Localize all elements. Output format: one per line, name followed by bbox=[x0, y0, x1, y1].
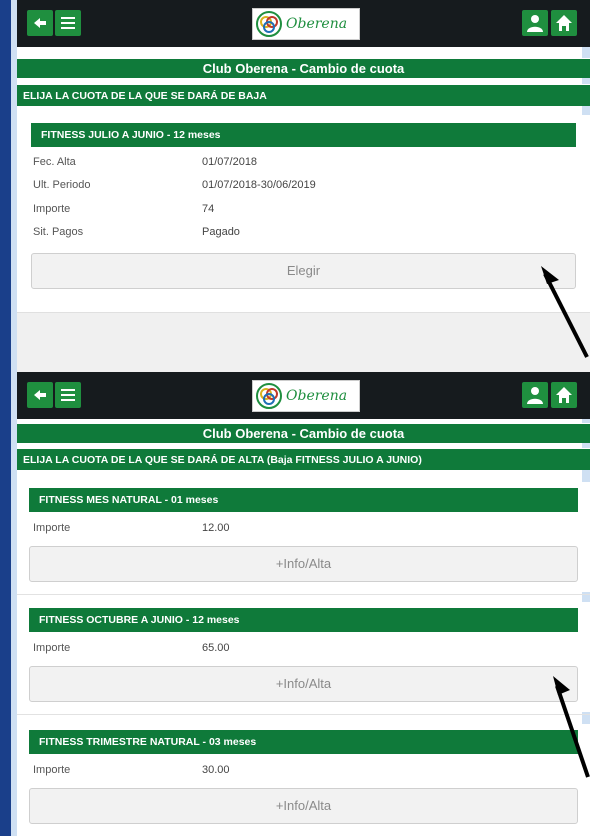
menu-icon bbox=[61, 17, 75, 29]
row-label: Sit. Pagos bbox=[33, 226, 84, 238]
cuota-card-title: FITNESS JULIO A JUNIO - 12 meses bbox=[31, 123, 576, 147]
home-icon bbox=[556, 15, 572, 31]
back-button[interactable] bbox=[27, 10, 53, 36]
info-alta-button[interactable]: +Info/Alta bbox=[29, 546, 578, 582]
cuota-card: FITNESS JULIO A JUNIO - 12 meses Fec. Al… bbox=[17, 115, 590, 315]
menu-button[interactable] bbox=[55, 382, 81, 408]
importe-value: 30.00 bbox=[202, 764, 230, 776]
user-icon bbox=[527, 387, 543, 404]
home-icon bbox=[556, 387, 572, 403]
page-title: Club Oberena - Cambio de cuota bbox=[17, 423, 590, 443]
info-alta-button[interactable]: +Info/Alta bbox=[29, 666, 578, 702]
logo[interactable]: Oberena bbox=[252, 8, 360, 40]
club-logo-icon bbox=[256, 11, 282, 37]
logo[interactable]: Oberena bbox=[252, 380, 360, 412]
back-arrow-icon bbox=[34, 390, 46, 400]
menu-button[interactable] bbox=[55, 10, 81, 36]
logo-text: Oberena bbox=[286, 388, 348, 404]
menu-icon bbox=[61, 389, 75, 401]
row-value: 01/07/2018 bbox=[202, 156, 258, 168]
window-edge bbox=[0, 0, 11, 372]
elegir-button[interactable]: Elegir bbox=[31, 253, 576, 289]
home-button[interactable] bbox=[551, 10, 577, 36]
home-button[interactable] bbox=[551, 382, 577, 408]
importe-label: Importe bbox=[33, 764, 71, 776]
pointer-arrow-icon bbox=[553, 676, 590, 778]
back-button[interactable] bbox=[27, 382, 53, 408]
section-header: ELIJA LA CUOTA DE LA QUE SE DARÁ DE ALTA… bbox=[17, 448, 590, 470]
back-arrow-icon bbox=[34, 18, 46, 28]
footer-band bbox=[17, 312, 590, 372]
row-value: 01/07/2018-30/06/2019 bbox=[202, 179, 316, 191]
row-value: Pagado bbox=[202, 226, 240, 238]
importe-label: Importe bbox=[33, 522, 71, 534]
importe-label: Importe bbox=[33, 642, 71, 654]
navbar: Oberena bbox=[17, 0, 590, 47]
cuota-option-title: FITNESS OCTUBRE A JUNIO - 12 meses bbox=[29, 608, 578, 632]
section-header: ELIJA LA CUOTA DE LA QUE SE DARÁ DE BAJA bbox=[17, 84, 590, 106]
club-logo-icon bbox=[256, 383, 282, 409]
user-icon bbox=[527, 15, 543, 32]
navbar: Oberena bbox=[17, 372, 590, 419]
importe-value: 12.00 bbox=[202, 522, 230, 534]
cuota-option-card: FITNESS TRIMESTRE NATURAL - 03 meses Imp… bbox=[17, 724, 590, 836]
importe-value: 65.00 bbox=[202, 642, 230, 654]
cuota-option-title: FITNESS MES NATURAL - 01 meses bbox=[29, 488, 578, 512]
divider bbox=[17, 594, 590, 595]
cuota-option-card: FITNESS OCTUBRE A JUNIO - 12 meses Impor… bbox=[17, 602, 590, 712]
row-label: Ult. Periodo bbox=[33, 179, 91, 191]
screen-alta: Oberena Club Oberena - Cambio de cuota E… bbox=[0, 372, 590, 836]
row-value: 74 bbox=[202, 203, 215, 215]
user-button[interactable] bbox=[522, 382, 548, 408]
cuota-option-card: FITNESS MES NATURAL - 01 meses Importe 1… bbox=[17, 482, 590, 592]
row-label: Importe bbox=[33, 203, 71, 215]
pointer-arrow-icon bbox=[541, 266, 589, 358]
divider bbox=[17, 714, 590, 715]
user-button[interactable] bbox=[522, 10, 548, 36]
info-alta-button[interactable]: +Info/Alta bbox=[29, 788, 578, 824]
screen-baja: Oberena Club Oberena - Cambio de cuota E… bbox=[0, 0, 590, 372]
logo-text: Oberena bbox=[286, 16, 348, 32]
page-title: Club Oberena - Cambio de cuota bbox=[17, 58, 590, 78]
row-label: Fec. Alta bbox=[33, 156, 76, 168]
cuota-option-title: FITNESS TRIMESTRE NATURAL - 03 meses bbox=[29, 730, 578, 754]
window-edge bbox=[0, 372, 11, 836]
